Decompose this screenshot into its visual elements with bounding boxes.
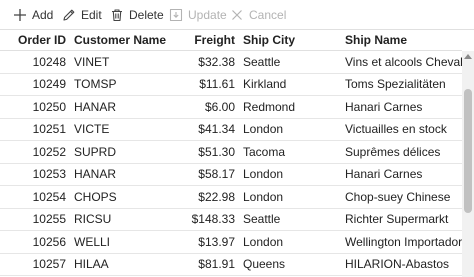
cell-ship-city[interactable]: Seattle bbox=[243, 51, 339, 73]
cell-ship-city[interactable]: London bbox=[243, 164, 339, 186]
table-row[interactable]: 10250 HANAR $6.00 Redmond Hanari Carnes bbox=[0, 96, 462, 119]
cell-customer-name[interactable]: HANAR bbox=[74, 96, 192, 118]
orders-grid: Order ID Customer Name Freight Ship City… bbox=[0, 29, 474, 277]
cell-customer-name[interactable]: SUPRD bbox=[74, 141, 192, 163]
delete-button-label: Delete bbox=[129, 7, 164, 22]
plus-icon bbox=[13, 8, 27, 22]
cell-freight[interactable]: $22.98 bbox=[192, 186, 235, 208]
update-button-label: Update bbox=[188, 7, 227, 22]
table-row[interactable]: 10256 WELLI $13.97 London Wellington Importa… bbox=[0, 231, 462, 254]
cell-freight[interactable]: $13.97 bbox=[192, 231, 235, 253]
edit-button-label: Edit bbox=[81, 7, 102, 22]
table-row[interactable]: 10257 HILAA $81.91 Queens HILARION-Abastos bbox=[0, 254, 462, 276]
cell-order-id[interactable]: 10255 bbox=[0, 209, 66, 231]
scroll-up-arrow-icon[interactable] bbox=[464, 54, 472, 59]
cell-order-id[interactable]: 10249 bbox=[0, 74, 66, 96]
table-row[interactable]: 10249 TOMSP $11.61 Kirkland Toms Spezialität… bbox=[0, 74, 462, 96]
header-ship-name[interactable]: Ship Name bbox=[345, 30, 461, 50]
cell-customer-name[interactable]: VICTE bbox=[74, 119, 192, 141]
cell-ship-city[interactable]: Redmond bbox=[243, 96, 339, 118]
edit-button[interactable]: Edit bbox=[62, 0, 102, 29]
header-ship-city[interactable]: Ship City bbox=[243, 30, 339, 50]
cell-freight[interactable]: $11.61 bbox=[192, 74, 235, 96]
grid-body: 10248 VINET $32.38 Seattle Vins et alcools C… bbox=[0, 51, 462, 277]
cell-ship-name[interactable]: Chop-suey Chinese bbox=[345, 186, 461, 208]
cell-ship-name[interactable]: Suprêmes délices bbox=[345, 141, 461, 163]
cell-ship-city[interactable]: Queens bbox=[243, 254, 339, 276]
table-row[interactable]: 10251 VICTE $41.34 London Victuailles en sto… bbox=[0, 119, 462, 141]
cell-order-id[interactable]: 10251 bbox=[0, 119, 66, 141]
pencil-icon bbox=[62, 8, 76, 22]
cell-freight[interactable]: $81.91 bbox=[192, 254, 235, 276]
cell-ship-name[interactable]: Wellington Importadora bbox=[345, 231, 462, 253]
table-row[interactable]: 10253 HANAR $58.17 London Hanari Carnes bbox=[0, 164, 462, 186]
grid-header: Order ID Customer Name Freight Ship City… bbox=[0, 30, 462, 51]
cell-ship-name[interactable]: Toms Spezialitäten bbox=[345, 74, 461, 96]
cell-customer-name[interactable]: CHOPS bbox=[74, 186, 192, 208]
cell-customer-name[interactable]: TOMSP bbox=[74, 74, 192, 96]
update-button[interactable]: Update bbox=[169, 0, 227, 29]
table-row[interactable]: 10248 VINET $32.38 Seattle Vins et alcools C… bbox=[0, 51, 462, 74]
cell-ship-name[interactable]: Hanari Carnes bbox=[345, 164, 461, 186]
cell-order-id[interactable]: 10250 bbox=[0, 96, 66, 118]
cancel-button[interactable]: Cancel bbox=[230, 0, 286, 29]
cell-order-id[interactable]: 10257 bbox=[0, 254, 66, 276]
cell-customer-name[interactable]: HANAR bbox=[74, 164, 192, 186]
table-row[interactable]: 10254 CHOPS $22.98 London Chop-suey Chinese bbox=[0, 186, 462, 209]
cell-order-id[interactable]: 10253 bbox=[0, 164, 66, 186]
cell-freight[interactable]: $32.38 bbox=[192, 51, 235, 73]
header-customer-name[interactable]: Customer Name bbox=[74, 30, 192, 50]
cell-ship-city[interactable]: Kirkland bbox=[243, 74, 339, 96]
add-button[interactable]: Add bbox=[13, 0, 53, 29]
close-icon bbox=[230, 8, 244, 22]
vertical-scrollbar[interactable] bbox=[462, 51, 474, 277]
cell-ship-name[interactable]: Victuailles en stock bbox=[345, 119, 461, 141]
cell-freight[interactable]: $6.00 bbox=[192, 96, 235, 118]
save-icon bbox=[169, 8, 183, 22]
cell-freight[interactable]: $41.34 bbox=[192, 119, 235, 141]
cell-ship-city[interactable]: London bbox=[243, 231, 339, 253]
cell-customer-name[interactable]: WELLI bbox=[74, 231, 192, 253]
table-row[interactable]: 10255 RICSU $148.33 Seattle Richter Supermar… bbox=[0, 209, 462, 231]
scroll-thumb[interactable] bbox=[464, 89, 472, 213]
header-freight[interactable]: Freight bbox=[192, 30, 235, 50]
cell-customer-name[interactable]: VINET bbox=[74, 51, 192, 73]
cell-freight[interactable]: $148.33 bbox=[192, 209, 235, 231]
cell-freight[interactable]: $51.30 bbox=[192, 141, 235, 163]
cell-ship-name[interactable]: HILARION-Abastos bbox=[345, 254, 461, 276]
header-order-id[interactable]: Order ID bbox=[0, 30, 66, 50]
table-row[interactable]: 10252 SUPRD $51.30 Tacoma Suprêmes délices bbox=[0, 141, 462, 164]
cell-ship-name[interactable]: Hanari Carnes bbox=[345, 96, 461, 118]
cell-freight[interactable]: $58.17 bbox=[192, 164, 235, 186]
add-button-label: Add bbox=[32, 7, 54, 22]
cell-order-id[interactable]: 10248 bbox=[0, 51, 66, 73]
cell-ship-city[interactable]: Tacoma bbox=[243, 141, 339, 163]
trash-icon bbox=[110, 8, 124, 22]
grid-toolbar: Add Edit Delete Update Cancel bbox=[0, 0, 474, 29]
cell-ship-city[interactable]: London bbox=[243, 119, 339, 141]
delete-button[interactable]: Delete bbox=[110, 0, 164, 29]
cell-ship-name[interactable]: Richter Supermarkt bbox=[345, 209, 461, 231]
cancel-button-label: Cancel bbox=[249, 7, 287, 22]
cell-ship-city[interactable]: London bbox=[243, 186, 339, 208]
cell-ship-name[interactable]: Vins et alcools Chevalier bbox=[345, 51, 462, 73]
cell-order-id[interactable]: 10256 bbox=[0, 231, 66, 253]
cell-order-id[interactable]: 10252 bbox=[0, 141, 66, 163]
cell-customer-name[interactable]: HILAA bbox=[74, 254, 192, 276]
cell-order-id[interactable]: 10254 bbox=[0, 186, 66, 208]
cell-ship-city[interactable]: Seattle bbox=[243, 209, 339, 231]
cell-customer-name[interactable]: RICSU bbox=[74, 209, 192, 231]
